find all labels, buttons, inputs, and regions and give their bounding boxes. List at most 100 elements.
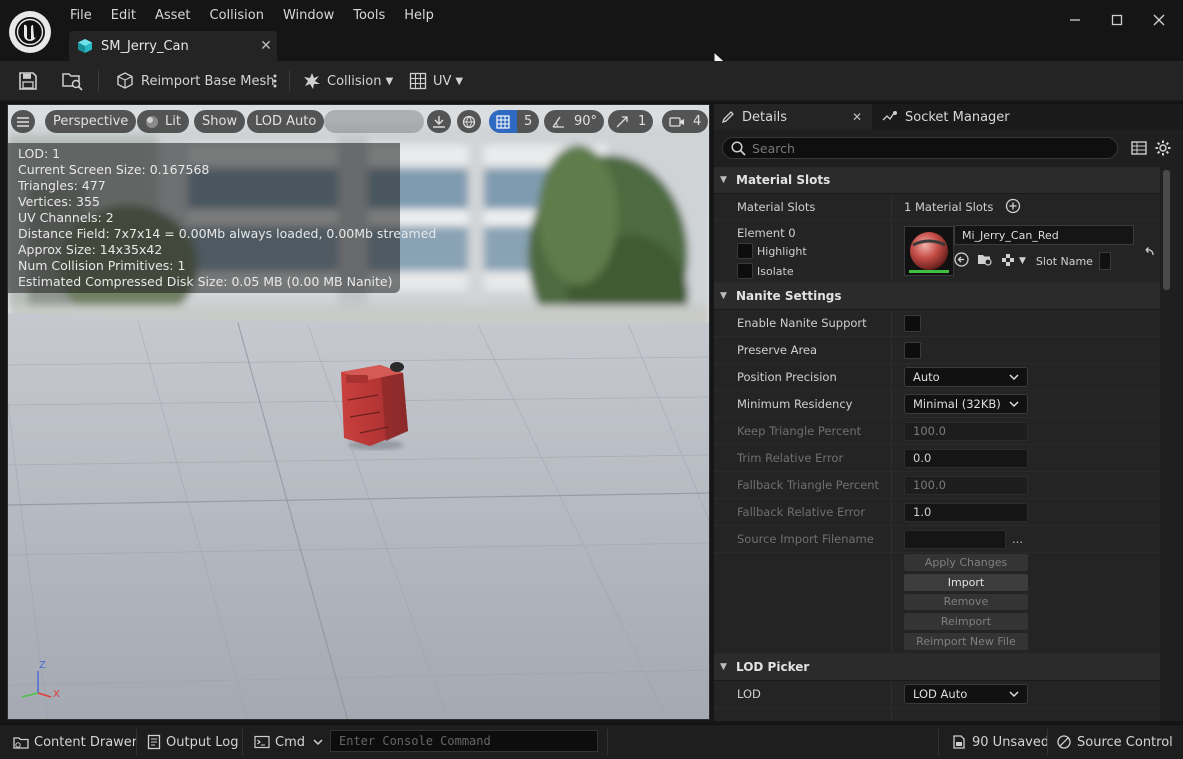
browse-material-button[interactable] — [977, 252, 993, 270]
mesh-stats-overlay: LOD: 1 Current Screen Size: 0.167568 Tri… — [8, 143, 436, 293]
maximize-button[interactable] — [1104, 8, 1130, 32]
tab-details[interactable]: Details ✕ — [714, 104, 872, 130]
section-nanite-settings[interactable]: ▼ Nanite Settings — [714, 283, 1160, 310]
isolate-checkbox[interactable] — [737, 263, 753, 279]
viewport-menu-button[interactable] — [11, 110, 35, 133]
search-icon — [731, 140, 746, 156]
camera-speed-value[interactable]: 4 — [692, 110, 708, 133]
world-local-toggle[interactable] — [457, 110, 481, 133]
reimport-base-mesh-button[interactable]: Reimport Base Mesh — [116, 66, 275, 96]
lit-button[interactable]: Lit — [137, 110, 189, 133]
scale-snap-value[interactable]: 1 — [636, 110, 653, 133]
stat-uv-channels: UV Channels: 2 — [18, 210, 114, 225]
grid-snap-toggle[interactable] — [489, 110, 517, 133]
tab-sm-jerry-can[interactable]: SM_Jerry_Can ✕ — [69, 31, 277, 61]
material-name-field[interactable]: Mi_Jerry_Can_Red — [954, 225, 1134, 245]
enable-nanite-checkbox[interactable] — [904, 314, 921, 332]
content-drawer-label: Content Drawer — [34, 734, 138, 750]
row-enable-nanite: Enable Nanite Support — [714, 310, 1160, 337]
unsaved-button[interactable]: 90 Unsaved — [951, 725, 1049, 759]
material-thumbnail[interactable] — [904, 226, 954, 276]
remove-button[interactable]: Remove — [904, 593, 1028, 611]
details-scrollbar[interactable] — [1163, 170, 1170, 290]
angle-snap-value[interactable]: 90° — [572, 110, 604, 133]
grid-snap-value[interactable]: 5 — [517, 110, 539, 133]
details-panel: Details ✕ Socket Manager ▼ Material Slot… — [714, 104, 1183, 721]
settings-button[interactable] — [1155, 140, 1171, 160]
menu-asset[interactable]: Asset — [145, 4, 200, 26]
position-precision-dropdown[interactable]: Auto — [904, 367, 1028, 387]
table-view-button[interactable] — [1131, 140, 1147, 160]
slot-name-field[interactable] — [1098, 252, 1111, 270]
chevron-down-icon[interactable]: ▼ — [1019, 256, 1026, 266]
section-lod-picker[interactable]: ▼ LOD Picker — [714, 654, 1160, 681]
highlight-label: Highlight — [757, 244, 807, 258]
stat-collision-primitives: Num Collision Primitives: 1 — [18, 258, 186, 273]
scale-icon — [616, 115, 628, 127]
reimport-button[interactable]: Reimport — [904, 613, 1028, 631]
surface-snapping-button[interactable] — [427, 110, 451, 133]
section-material-slots[interactable]: ▼ Material Slots — [714, 167, 1160, 194]
grid-snap-group[interactable]: 5 — [489, 110, 540, 133]
output-log-button[interactable]: Output Log — [147, 725, 239, 759]
camera-speed-group[interactable]: 4 — [662, 110, 709, 133]
trim-relative-error-field[interactable]: 0.0 — [904, 448, 1028, 468]
row-position-precision: Position Precision Auto — [714, 364, 1160, 391]
content-drawer-button[interactable]: Content Drawer — [13, 725, 137, 759]
minimum-residency-dropdown[interactable]: Minimal (32KB) — [904, 394, 1028, 414]
preserve-area-checkbox[interactable] — [904, 341, 921, 359]
camera-speed-toggle[interactable] — [662, 110, 692, 133]
perspective-button[interactable]: Perspective — [45, 110, 137, 133]
row-nanite-actions: Apply Changes Import Remove Reimport Rei… — [714, 553, 1160, 654]
mesh-viewport[interactable]: Z X Perspective Lit Show LOD Auto 5 90° … — [7, 104, 710, 720]
keep-triangle-percent-field: 100.0 — [904, 421, 1028, 441]
scale-snap-group[interactable]: 1 — [608, 110, 654, 133]
socket-icon — [882, 111, 897, 121]
highlight-checkbox[interactable] — [737, 243, 753, 259]
menu-collision[interactable]: Collision — [200, 4, 273, 26]
use-selected-asset-button[interactable] — [954, 252, 969, 270]
lod-dropdown[interactable]: LOD Auto — [904, 684, 1028, 704]
scale-snap-toggle[interactable] — [608, 110, 636, 133]
toolbar-more-options[interactable] — [272, 66, 278, 96]
collision-dropdown-button[interactable]: Collision ▼ — [302, 66, 393, 96]
show-button[interactable]: Show — [194, 110, 246, 133]
angle-snap-group[interactable]: 90° — [544, 110, 605, 133]
tab-socket-manager[interactable]: Socket Manager — [880, 104, 1010, 130]
browse-to-asset-button[interactable] — [62, 66, 84, 96]
uv-dropdown-button[interactable]: UV ▼ — [409, 66, 463, 96]
fallback-relative-error-field[interactable]: 1.0 — [904, 502, 1028, 522]
apply-changes-button[interactable]: Apply Changes — [904, 554, 1028, 571]
details-search-box[interactable] — [722, 137, 1118, 159]
menu-edit[interactable]: Edit — [101, 4, 145, 26]
source-import-browse-button[interactable]: ... — [1012, 532, 1023, 546]
source-import-filename-field[interactable] — [904, 529, 1006, 549]
minimize-button[interactable] — [1062, 8, 1088, 32]
lod-auto-button[interactable]: LOD Auto — [247, 110, 325, 133]
tab-close-icon[interactable]: ✕ — [255, 38, 277, 54]
details-tab-close-icon[interactable]: ✕ — [852, 110, 862, 124]
unreal-logo-icon[interactable] — [9, 11, 51, 53]
menu-window[interactable]: Window — [273, 4, 343, 26]
gear-icon — [1155, 140, 1171, 156]
angle-snap-toggle[interactable] — [544, 110, 572, 133]
reimport-icon — [117, 72, 133, 89]
source-control-button[interactable]: Source Control — [1056, 725, 1173, 759]
menu-file[interactable]: File — [60, 4, 101, 26]
title-bar: File Edit Asset Collision Window Tools H… — [0, 0, 1183, 69]
details-search-row — [714, 133, 1183, 165]
reset-to-default-button[interactable] — [1142, 245, 1156, 263]
import-button[interactable]: Import — [904, 573, 1028, 591]
section-title: Nanite Settings — [736, 289, 842, 303]
details-search-input[interactable] — [752, 140, 1112, 156]
add-material-slot-button[interactable] — [1005, 198, 1021, 217]
property-label: Preserve Area — [714, 337, 892, 363]
cmd-dropdown-button[interactable]: Cmd — [254, 725, 323, 759]
console-command-input[interactable] — [330, 730, 598, 752]
menu-tools[interactable]: Tools — [343, 4, 394, 26]
reimport-new-file-button[interactable]: Reimport New File — [904, 633, 1028, 650]
save-button[interactable] — [18, 66, 38, 96]
menu-help[interactable]: Help — [394, 4, 443, 26]
material-checker-button[interactable] — [1001, 253, 1015, 270]
close-window-button[interactable] — [1146, 8, 1172, 32]
